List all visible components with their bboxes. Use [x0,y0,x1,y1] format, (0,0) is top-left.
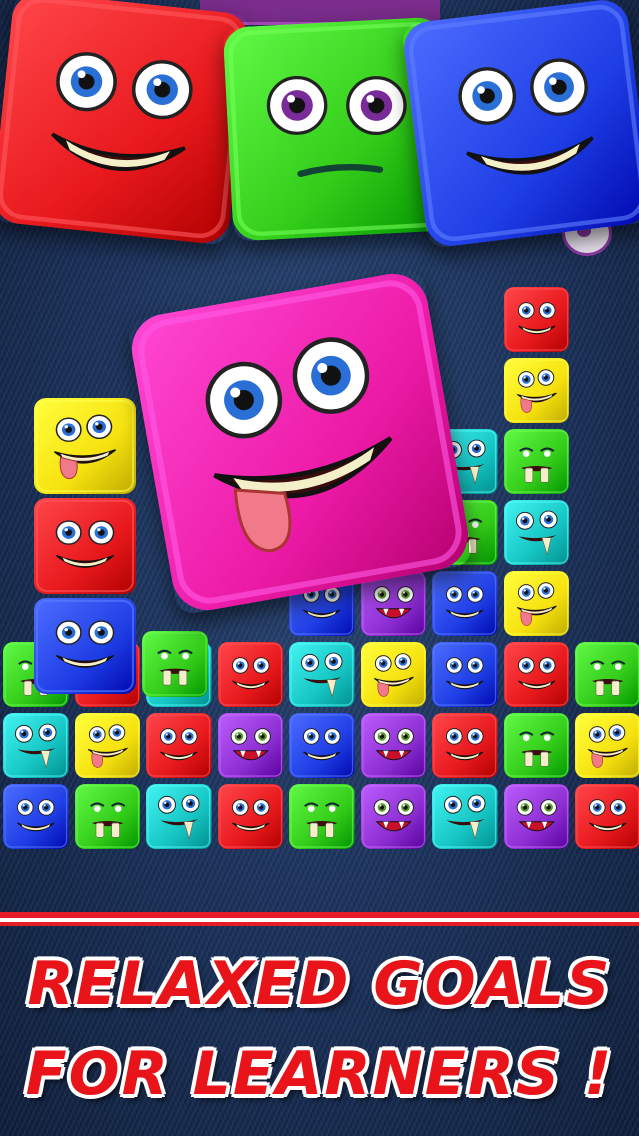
monster-block-yellow[interactable] [34,398,136,494]
monster-block-red[interactable] [432,713,498,778]
monster-block-green[interactable] [289,784,355,849]
monster-block-blue[interactable] [34,598,136,694]
monster-block-purple[interactable] [360,784,426,849]
monster-block-teal[interactable] [146,784,212,849]
monster-block-red[interactable] [503,642,569,707]
monster-block-yellow[interactable] [74,713,140,778]
monster-block-red[interactable] [217,642,283,707]
board-floor-red-2 [0,922,639,926]
monster-block-green[interactable] [142,631,208,697]
monster-block-red[interactable] [34,498,136,594]
promo-line-2: FOR LEARNERS ! [25,1039,614,1109]
monster-block-green[interactable] [503,713,569,778]
monster-block-teal[interactable] [503,500,569,565]
monster-block-yellow[interactable] [575,713,639,778]
monster-block-teal[interactable] [3,713,69,778]
monster-block-yellow[interactable] [360,642,426,707]
monster-block-purple[interactable] [503,784,569,849]
featured-monster-pink [126,268,474,616]
monster-block-green[interactable] [74,784,140,849]
monster-block-red[interactable] [575,784,639,849]
monster-block-purple[interactable] [217,713,283,778]
monster-block-blue[interactable] [432,571,498,636]
monster-block-red[interactable] [217,784,283,849]
monster-block-green[interactable] [503,429,569,494]
monster-block-yellow[interactable] [503,358,569,423]
promo-line-1: RELAXED GOALS [27,949,612,1019]
monster-block-yellow[interactable] [503,571,569,636]
featured-monster-blue [401,0,639,249]
monster-block-teal[interactable] [289,642,355,707]
game-scene: RELAXED GOALS FOR LEARNERS ! [0,0,639,1136]
featured-monster-red [0,0,251,246]
monster-block-red[interactable] [146,713,212,778]
monster-block-purple[interactable] [360,713,426,778]
monster-block-teal[interactable] [432,784,498,849]
monster-block-blue[interactable] [432,642,498,707]
monster-block-blue[interactable] [289,713,355,778]
monster-block-green[interactable] [575,642,639,707]
monster-block-red[interactable] [503,287,569,352]
monster-block-blue[interactable] [3,784,69,849]
